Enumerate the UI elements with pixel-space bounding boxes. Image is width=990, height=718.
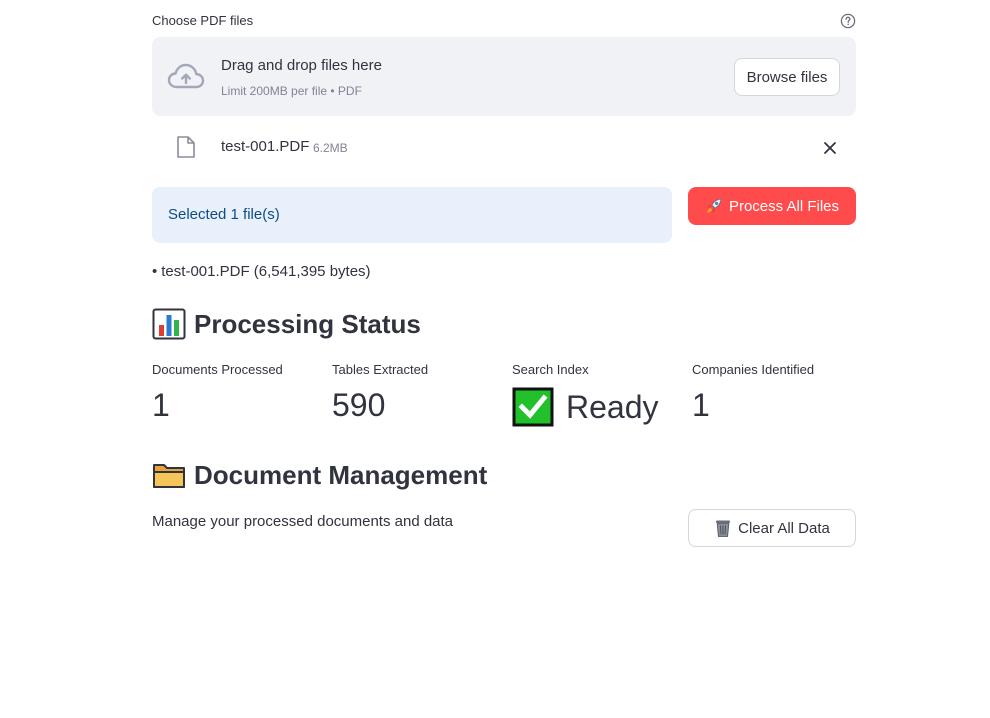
- metric-label: Tables Extracted: [332, 362, 429, 377]
- uploaded-file-size: 6.2MB: [313, 141, 348, 155]
- metric-value-text: 590: [332, 387, 386, 423]
- wastebasket-icon: [716, 520, 731, 537]
- selection-info-text: Selected 1 file(s): [168, 206, 280, 223]
- file-dropzone[interactable]: Drag and drop files here Limit 200MB per…: [152, 37, 856, 116]
- document-management-heading: Document Management: [152, 459, 487, 491]
- process-all-files-label: Process All Files: [728, 197, 840, 215]
- uploaded-file-name: test-001.PDF: [221, 138, 310, 155]
- metric-label: Search Index: [512, 362, 589, 377]
- metric-value: 1: [152, 387, 322, 424]
- manage-description: Manage your processed documents and data: [152, 513, 454, 530]
- metric-value-text: 1: [692, 387, 710, 423]
- dropzone-title: Drag and drop files here: [221, 57, 382, 74]
- metric-value: 1: [692, 387, 862, 424]
- metric-label: Documents Processed: [152, 362, 283, 377]
- help-circle-icon[interactable]: [840, 13, 856, 29]
- browse-files-button[interactable]: Browse files: [734, 58, 840, 96]
- selected-file-list-item: • test-001.PDF (6,541,395 bytes): [152, 263, 371, 280]
- check-mark-icon: [512, 387, 554, 427]
- folder-icon: [153, 464, 185, 488]
- metric-value-text: 1: [152, 387, 170, 423]
- processing-status-heading: Processing Status: [152, 308, 421, 340]
- cloud-upload-icon: [167, 63, 205, 89]
- bar-chart-icon: [152, 308, 186, 340]
- selected-file-text: test-001.PDF (6,541,395 bytes): [161, 263, 371, 280]
- metric-label: Companies Identified: [692, 362, 815, 377]
- uploaded-file-row: test-001.PDF 6.2MB: [152, 126, 856, 170]
- metric-tables-extracted: Tables Extracted 590: [332, 362, 502, 424]
- metric-companies-identified: Companies Identified 1: [692, 362, 862, 424]
- selection-info-alert: Selected 1 file(s): [152, 187, 672, 243]
- metric-value-text: Ready: [566, 388, 659, 425]
- metric-value: Ready: [512, 387, 682, 427]
- rocket-icon: [706, 198, 722, 213]
- document-management-title: Document Management: [194, 459, 488, 490]
- process-all-files-button[interactable]: Process All Files: [688, 187, 856, 225]
- remove-file-close-icon[interactable]: [822, 140, 838, 156]
- clear-all-data-button[interactable]: Clear All Data: [688, 509, 856, 547]
- processing-status-title: Processing Status: [194, 308, 421, 339]
- uploader-label: Choose PDF files: [152, 13, 254, 28]
- clear-all-data-label: Clear All Data: [738, 519, 830, 537]
- document-icon: [177, 136, 195, 158]
- metric-documents-processed: Documents Processed 1: [152, 362, 322, 424]
- dropzone-subtitle: Limit 200MB per file • PDF: [221, 84, 362, 98]
- metric-search-index: Search Index Ready: [512, 362, 682, 427]
- metric-value: 590: [332, 387, 502, 424]
